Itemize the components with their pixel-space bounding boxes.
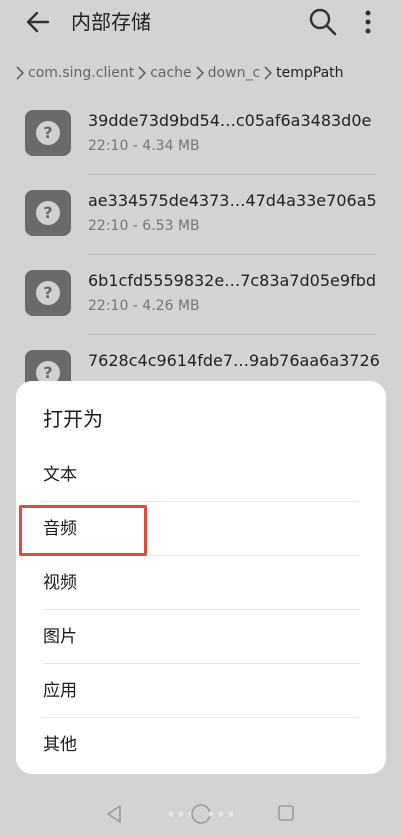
list-item[interactable]: ? 6b1cfd5559832e…7c83a7d05e9fbd 22:10 - … bbox=[0, 255, 402, 335]
search-button[interactable] bbox=[308, 7, 338, 37]
chevron-right-icon bbox=[192, 65, 208, 81]
list-item[interactable]: ? 39dde73d9bd54…c05af6a3483d0e 22:10 - 4… bbox=[0, 95, 402, 175]
dialog-title: 打开为 bbox=[43, 407, 103, 431]
file-name: 6b1cfd5559832e…7c83a7d05e9fbd bbox=[88, 271, 377, 290]
file-name: 7628c4c9614fde7…9ab76aa6a3726 bbox=[88, 351, 380, 370]
option-other[interactable]: 其他 bbox=[16, 718, 386, 772]
home-dots-icon bbox=[168, 804, 234, 824]
option-text[interactable]: 文本 bbox=[16, 448, 386, 502]
unknown-file-icon: ? bbox=[25, 110, 71, 156]
nav-home-button[interactable] bbox=[163, 803, 239, 825]
option-label: 应用 bbox=[43, 681, 77, 701]
option-label: 视频 bbox=[43, 573, 77, 593]
chevron-right-icon bbox=[12, 65, 28, 81]
file-meta: 22:10 - 6.53 MB bbox=[88, 218, 200, 234]
nav-back-button[interactable] bbox=[104, 803, 124, 825]
triangle-back-icon bbox=[107, 805, 121, 823]
arrow-left-icon bbox=[26, 11, 50, 33]
option-video[interactable]: 视频 bbox=[16, 556, 386, 610]
option-label: 其他 bbox=[43, 735, 77, 755]
breadcrumb-item[interactable]: cache bbox=[150, 65, 191, 81]
unknown-file-icon: ? bbox=[25, 190, 71, 236]
more-vertical-icon bbox=[365, 10, 371, 34]
page-title: 内部存储 bbox=[71, 10, 151, 34]
more-options-button[interactable] bbox=[356, 8, 380, 36]
search-icon bbox=[309, 8, 337, 36]
top-app-bar: 内部存储 bbox=[0, 0, 402, 44]
option-label: 音频 bbox=[43, 519, 77, 539]
question-mark-icon: ? bbox=[36, 121, 60, 145]
question-mark-icon: ? bbox=[36, 201, 60, 225]
unknown-file-icon: ? bbox=[25, 270, 71, 316]
open-with-dialog: 打开为 文本 音频 视频 图片 应用 其他 bbox=[16, 381, 386, 774]
option-app[interactable]: 应用 bbox=[16, 664, 386, 718]
breadcrumb-item[interactable]: com.sing.client bbox=[28, 65, 134, 81]
file-meta: 22:10 - 4.26 MB bbox=[88, 298, 200, 314]
system-nav-bar bbox=[0, 795, 402, 837]
file-meta: 22:10 - 4.34 MB bbox=[88, 138, 200, 154]
option-label: 文本 bbox=[43, 465, 77, 485]
chevron-right-icon bbox=[260, 65, 276, 81]
chevron-right-icon bbox=[134, 65, 150, 81]
question-mark-icon: ? bbox=[36, 281, 60, 305]
nav-recent-button[interactable] bbox=[277, 804, 295, 822]
square-recent-icon bbox=[278, 805, 294, 821]
breadcrumb-current[interactable]: tempPath bbox=[276, 65, 343, 81]
back-button[interactable] bbox=[24, 8, 52, 36]
file-name: 39dde73d9bd54…c05af6a3483d0e bbox=[88, 111, 372, 130]
breadcrumb: com.sing.client cache down_c tempPath bbox=[12, 60, 344, 86]
option-label: 图片 bbox=[43, 627, 77, 647]
option-image[interactable]: 图片 bbox=[16, 610, 386, 664]
list-item[interactable]: ? ae334575de4373…47d4a33e706a5 22:10 - 6… bbox=[0, 175, 402, 255]
file-name: ae334575de4373…47d4a33e706a5 bbox=[88, 191, 377, 210]
option-audio[interactable]: 音频 bbox=[16, 502, 386, 556]
breadcrumb-item[interactable]: down_c bbox=[208, 65, 260, 81]
